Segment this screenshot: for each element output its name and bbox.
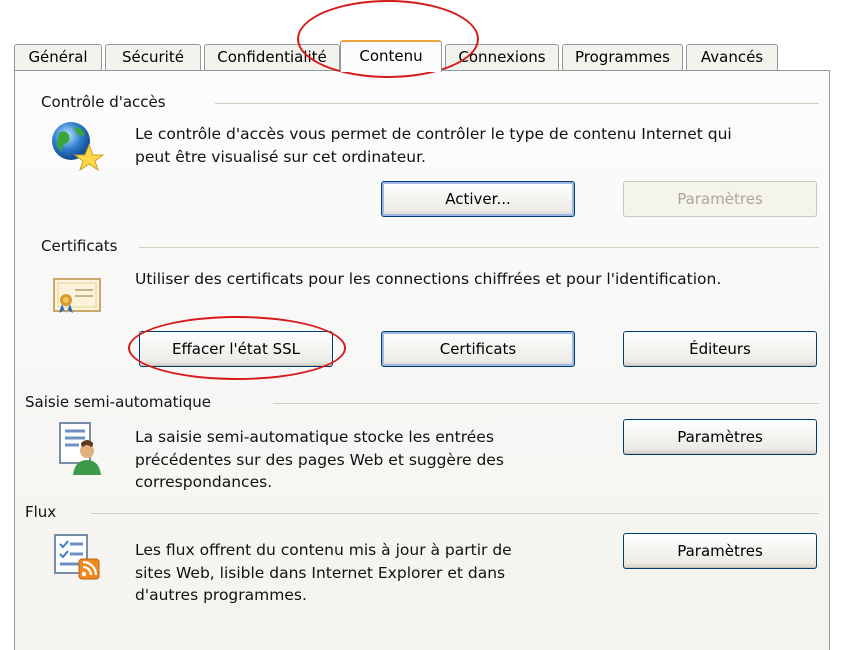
content-advisor-settings-button[interactable]: Paramètres	[623, 181, 817, 217]
group-separator	[215, 103, 819, 104]
content-advisor-description-line2: peut être visualisé sur cet ordinateur.	[135, 148, 426, 166]
tab-advanced[interactable]: Avancés	[686, 44, 778, 71]
group-separator	[273, 403, 819, 404]
content-advisor-group-label: Contrôle d'accès	[41, 93, 166, 111]
rss-feed-icon	[53, 533, 103, 581]
publishers-button[interactable]: Éditeurs	[623, 331, 817, 367]
tab-privacy[interactable]: Confidentialité	[204, 44, 340, 71]
enable-content-advisor-button[interactable]: Activer...	[381, 181, 575, 217]
feeds-description-line3: d'autres programmes.	[135, 586, 307, 604]
content-tab-panel: Contrôle d'accès Le contrôle d'accès vou…	[14, 70, 830, 650]
form-user-icon	[59, 421, 101, 475]
autocomplete-description-line2: précédentes sur des pages Web et suggère…	[135, 451, 504, 469]
certificates-description: Utiliser des certificats pour les connec…	[135, 270, 722, 288]
feeds-group-label: Flux	[25, 503, 57, 521]
tab-content[interactable]: Contenu	[340, 40, 442, 72]
tab-programs[interactable]: Programmes	[562, 44, 683, 71]
autocomplete-settings-button[interactable]: Paramètres	[623, 419, 817, 455]
feeds-settings-button[interactable]: Paramètres	[623, 533, 817, 569]
tab-security[interactable]: Sécurité	[105, 44, 201, 71]
certificates-button[interactable]: Certificats	[381, 331, 575, 367]
autocomplete-description-line3: correspondances.	[135, 473, 273, 491]
certificates-group-label: Certificats	[41, 237, 118, 255]
autocomplete-group-label: Saisie semi-automatique	[25, 393, 211, 411]
autocomplete-description-line1: La saisie semi-automatique stocke les en…	[135, 428, 494, 446]
internet-options-dialog: Général Sécurité Confidentialité Contenu…	[0, 0, 844, 650]
feeds-description-line2: sites Web, lisible dans Internet Explore…	[135, 564, 506, 582]
tab-connections[interactable]: Connexions	[445, 44, 559, 71]
globe-star-icon	[49, 119, 105, 172]
group-separator	[139, 247, 819, 248]
clear-ssl-state-button[interactable]: Effacer l'état SSL	[139, 331, 333, 367]
certificate-icon	[53, 276, 103, 314]
group-separator	[91, 513, 819, 514]
feeds-description-line1: Les flux offrent du contenu mis à jour à…	[135, 541, 512, 559]
tab-general[interactable]: Général	[14, 44, 102, 71]
tab-strip: Général Sécurité Confidentialité Contenu…	[14, 40, 830, 72]
content-advisor-description-line1: Le contrôle d'accès vous permet de contr…	[135, 125, 732, 143]
